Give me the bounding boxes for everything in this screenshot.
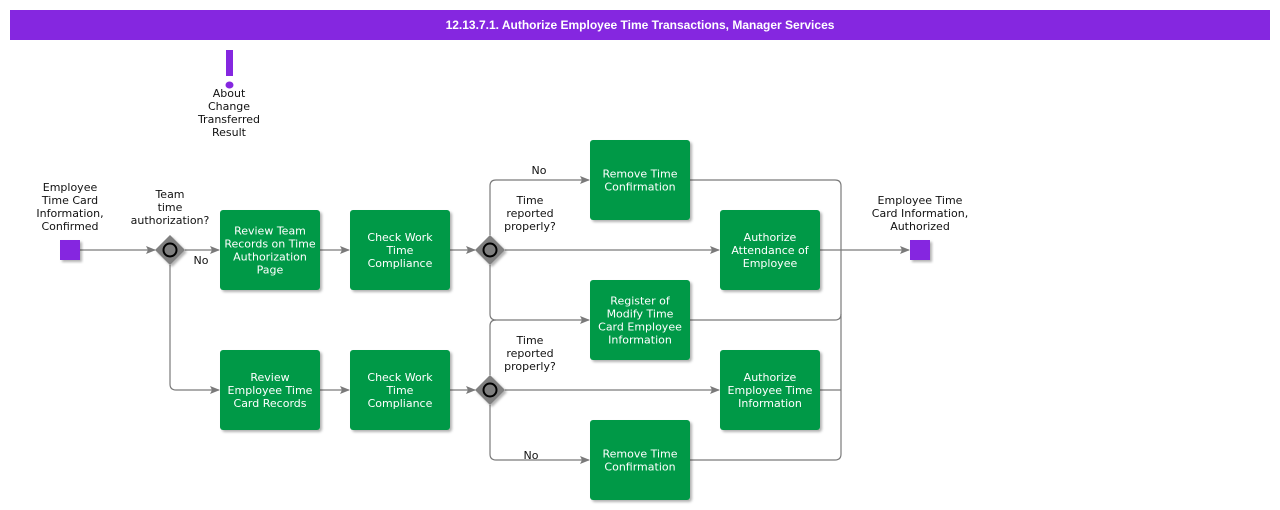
start-event-label: Employee Time Card Information, Confirmed xyxy=(36,181,103,233)
edge-register-merge xyxy=(690,313,842,321)
exclamation-icon xyxy=(226,50,233,76)
end-event-square xyxy=(910,240,930,260)
edge-label-g1-no: No xyxy=(194,254,209,267)
task-register[interactable]: Register of Modify Time Card Employee Infor… xyxy=(590,280,690,360)
edge-g1-review-emp xyxy=(169,265,220,394)
edge-g2-register xyxy=(489,265,590,324)
gateway-diamond xyxy=(155,235,185,265)
task-review-emp[interactable]: Review Employee Time Card Records xyxy=(220,350,320,430)
gateway-diamond xyxy=(475,375,505,405)
task-check1[interactable]: Check Work Time Compliance xyxy=(350,210,450,290)
annotation-label: About Change Transferred Result xyxy=(197,87,260,139)
task-check2[interactable]: Check Work Time Compliance xyxy=(350,350,450,430)
process-diagram: Review Team Records on Time Authorization P… xyxy=(36,50,968,500)
edge-label-g3-no: No xyxy=(524,449,539,462)
gateway-g3-label: Time reported properly? xyxy=(504,334,556,373)
start-event[interactable] xyxy=(60,240,80,260)
task-authorize-emp[interactable]: Authorize Employee Time Information xyxy=(720,350,820,430)
gateway-g2[interactable] xyxy=(475,235,505,265)
task-authorize-att[interactable]: Authorize Attendance of Employee xyxy=(720,210,820,290)
annotation-about-change[interactable] xyxy=(225,50,234,89)
start-event-square xyxy=(60,240,80,260)
gateway-diamond xyxy=(475,235,505,265)
gateway-g3[interactable] xyxy=(475,375,505,405)
task-label: Remove Time Confirmation xyxy=(602,448,677,474)
task-label: Register of Modify Time Card Employee Infor… xyxy=(598,295,682,347)
edge-g3-remove2 xyxy=(489,405,590,464)
task-label: Remove Time Confirmation xyxy=(602,168,677,194)
gateway-g1[interactable] xyxy=(155,235,185,265)
edge-g3-up xyxy=(489,319,497,375)
edge-label-g2-no: No xyxy=(532,164,547,177)
gateway-g1-label: Team time authorization? xyxy=(131,188,210,227)
end-event[interactable] xyxy=(910,240,930,260)
gateway-g2-label: Time reported properly? xyxy=(504,194,556,233)
task-review-team[interactable]: Review Team Records on Time Authorization P… xyxy=(220,210,320,290)
task-remove2[interactable]: Remove Time Confirmation xyxy=(590,420,690,500)
end-event-label: Employee Time Card Information, Authorized xyxy=(872,194,968,233)
task-remove1[interactable]: Remove Time Confirmation xyxy=(590,140,690,220)
